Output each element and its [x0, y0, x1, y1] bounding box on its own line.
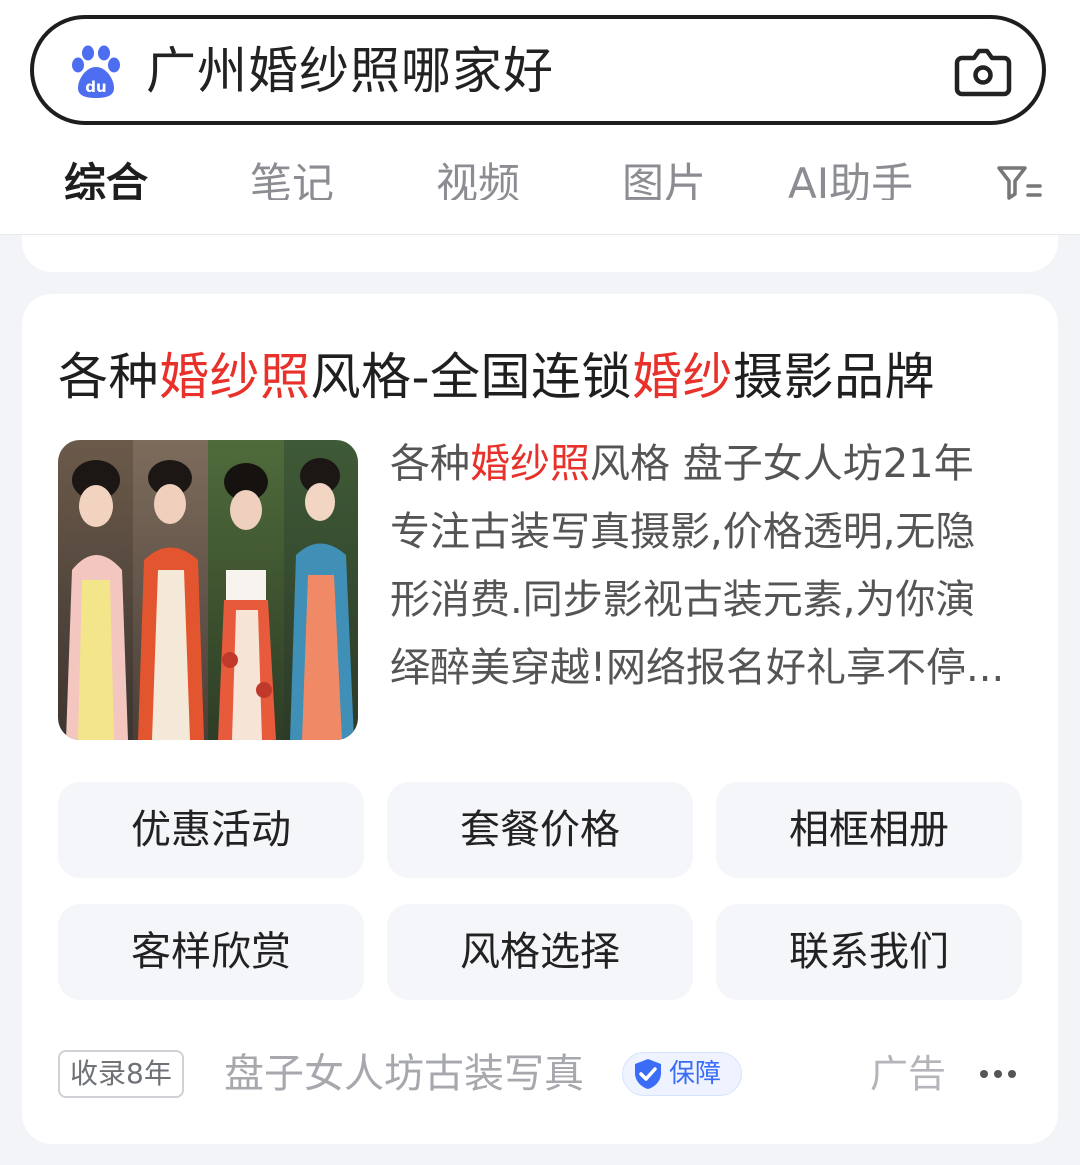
search-bar[interactable]: du 广州婚纱照哪家好: [30, 15, 1046, 125]
shield-check-icon: [635, 1059, 661, 1089]
result-thumbnail[interactable]: [58, 440, 358, 740]
result-title[interactable]: 各种婚纱照风格-全国连锁婚纱摄影品牌: [58, 346, 935, 408]
ad-label: 广告: [870, 1052, 947, 1096]
ad-result-card[interactable]: 各种婚纱照风格-全国连锁婚纱摄影品牌 各种婚纱照风格 盘子女人坊21年 专注古装…: [22, 294, 1058, 1144]
more-dots-icon[interactable]: [978, 1064, 1018, 1084]
description-line: 形消费.同步影视古装元素,为你演: [390, 577, 976, 623]
filter-icon[interactable]: [996, 162, 1042, 204]
baidu-logo-icon[interactable]: du: [68, 43, 124, 99]
previous-result-card: [22, 200, 1058, 272]
title-highlight: 婚纱: [632, 348, 734, 406]
header: du 广州婚纱照哪家好 综合 笔记 视频 图片 AI助手: [0, 0, 1080, 234]
sitelink-frames-albums[interactable]: 相框相册: [716, 782, 1022, 878]
description-highlight: 婚纱照: [470, 441, 590, 487]
guarantee-label: 保障: [669, 1059, 722, 1089]
description-text: 各种: [390, 441, 470, 487]
title-part: 摄影品牌: [733, 348, 936, 406]
description-line: 各种婚纱照风格 盘子女人坊21年: [390, 430, 1020, 498]
sitelink-package-prices[interactable]: 套餐价格: [387, 782, 693, 878]
source-name[interactable]: 盘子女人坊古装写真: [224, 1046, 584, 1102]
header-divider: [0, 234, 1080, 235]
description-line: 专注古装写真摄影,价格透明,无隐: [390, 509, 976, 555]
title-part: 各种: [58, 348, 159, 406]
sitelink-customer-samples[interactable]: 客样欣赏: [58, 904, 364, 1000]
sitelink-contact-us[interactable]: 联系我们: [716, 904, 1022, 1000]
svg-text:du: du: [85, 78, 106, 96]
result-description[interactable]: 各种婚纱照风格 盘子女人坊21年 专注古装写真摄影,价格透明,无隐 形消费.同步…: [390, 430, 1020, 702]
title-part: 风格-全国连锁: [310, 348, 633, 406]
description-text: 风格 盘子女人坊21年: [590, 441, 974, 487]
hanfu-collage-image: [58, 440, 358, 740]
sitelink-style-selection[interactable]: 风格选择: [387, 904, 693, 1000]
description-line: 绎醉美穿越!网络报名好礼享不停...: [390, 645, 1005, 691]
sitelink-promotions[interactable]: 优惠活动: [58, 782, 364, 878]
result-footer: 收录8年 盘子女人坊古装写真 保障 广告: [58, 1046, 1022, 1102]
title-highlight: 婚纱照: [159, 348, 311, 406]
search-query[interactable]: 广州婚纱照哪家好: [146, 41, 554, 101]
guarantee-badge[interactable]: 保障: [622, 1052, 742, 1096]
indexed-years-badge: 收录8年: [58, 1050, 184, 1098]
camera-icon[interactable]: [954, 44, 1012, 98]
